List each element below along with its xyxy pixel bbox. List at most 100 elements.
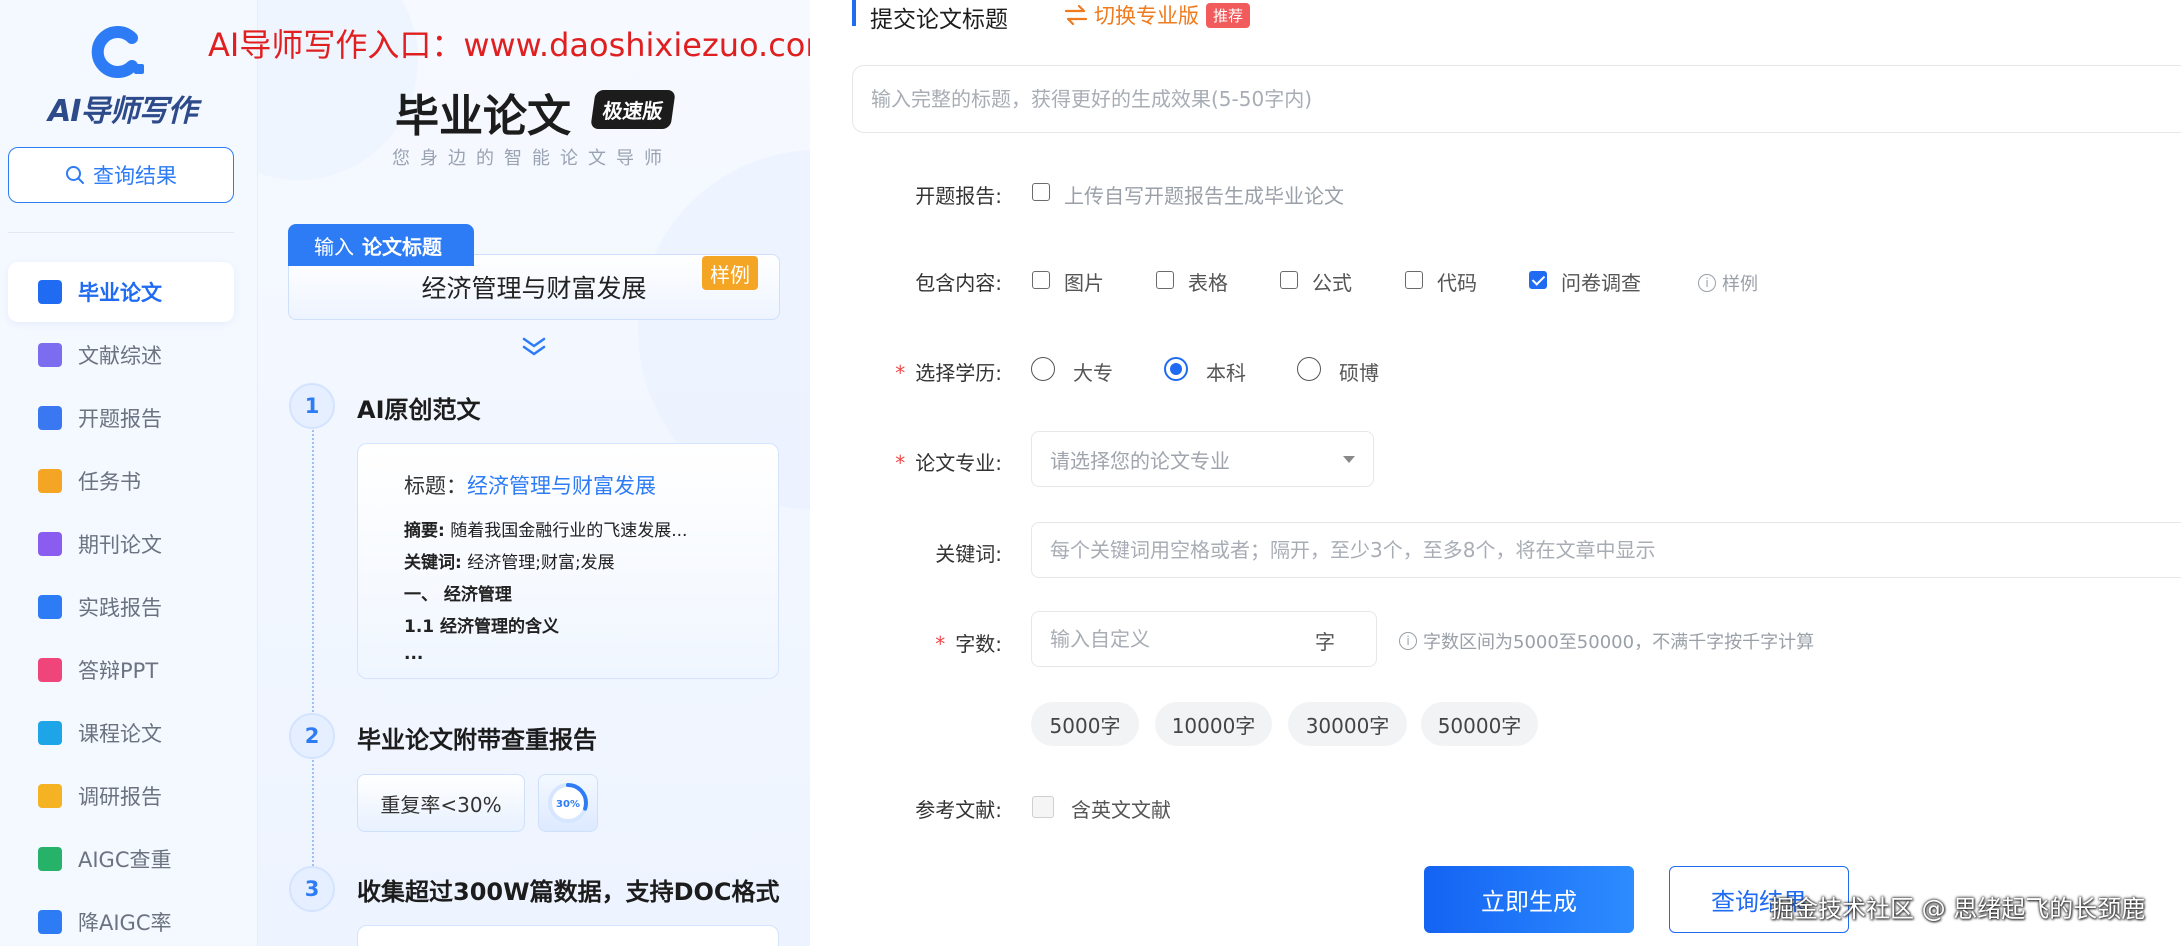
degree-radio-1[interactable] [1164,357,1188,381]
essay-abstract-value: 随着我国金融行业的飞速发展... [444,521,688,541]
practice-edit-icon [38,595,62,619]
wordcount-hint: i 字数区间为5000至50000，不满千字按千字计算 [1399,628,1814,654]
essay-abstract: 摘要: 随着我国金融行业的飞速发展... [404,516,778,541]
input-tag-prefix: 输入 [314,234,354,259]
chevron-double-down-icon [522,337,546,356]
sidebar-item-label: 毕业论文 [78,281,162,305]
content-checkbox-2[interactable] [1280,271,1298,289]
essay-heading-1-text: 一、 经济管理 [404,585,512,605]
degree-option-label: 大专 [1073,361,1113,385]
refs-english-label: 含英文文献 [1071,798,1171,822]
proposal-option-label: 上传自写开题报告生成毕业论文 [1064,184,1344,208]
site-banner-link[interactable]: AI导师写作入口：www.daoshixiezuo.com [208,20,837,66]
thesis-title-input[interactable] [852,65,2181,133]
major-label-text: 论文专业: [915,451,1002,475]
contents-sample-label: 样例 [1722,274,1758,295]
thesis-form [810,0,2181,946]
sidebar-item-9[interactable]: AIGC查重 [8,829,234,889]
wordcount-chip[interactable]: 10000字 [1155,702,1272,746]
content-checkbox-0[interactable] [1032,271,1050,289]
step-number-2: 2 [289,713,335,759]
keywords-input[interactable] [1031,522,2181,578]
sidebar-item-label: 课程论文 [78,722,162,746]
logo-mark-icon [91,26,144,78]
refs-label: 参考文献: [915,798,1002,822]
printer-report-icon [38,406,62,430]
wordcount-unit: 字 [1315,630,1335,654]
essay-title-value: 经济管理与财富发展 [467,474,656,498]
content-option-label: 代码 [1437,271,1477,295]
sidebar-item-1[interactable]: 文献综述 [8,325,234,385]
step-number-1: 1 [289,383,335,429]
major-select[interactable]: 请选择您的论文专业 [1031,431,1374,487]
required-mark: * [895,451,906,475]
content-option-label: 图片 [1064,271,1104,295]
graduation-cap-icon [38,280,62,304]
essay-keywords: 关键词: 经济管理;财富;发展 [404,548,778,573]
sidebar-item-2[interactable]: 开题报告 [8,388,234,448]
aigc-check-icon [38,847,62,871]
sidebar-divider [8,232,234,233]
degree-radio-0[interactable] [1031,357,1055,381]
sample-tag: 样例 [702,256,758,290]
degree-option-label: 本科 [1206,361,1246,385]
logo-text: AI导师写作 [48,86,197,130]
sidebar-item-6[interactable]: 答辩PPT [8,640,234,700]
proposal-checkbox[interactable] [1032,183,1050,201]
wordcount-chip[interactable]: 5000字 [1031,702,1139,746]
step-connector [312,430,314,712]
sidebar-item-label: 调研报告 [78,785,162,809]
sidebar-item-3[interactable]: 任务书 [8,451,234,511]
major-select-placeholder: 请选择您的论文专业 [1050,448,1230,473]
degree-radio-2[interactable] [1297,357,1321,381]
wordcount-hint-text: 字数区间为5000至50000，不满千字按千字计算 [1423,632,1815,653]
required-mark: * [895,361,906,385]
switch-pro-link[interactable]: 切换专业版 [1064,0,1199,30]
wordcount-chip[interactable]: 50000字 [1421,702,1538,746]
essay-heading-2: 1.1 经济管理的含义 [404,612,778,637]
sidebar-nav: 毕业论文文献综述开题报告任务书 期刊论文 实践报告答辩PPT 课程论文调研报告 AIGC… [8,262,234,946]
step-title-2: 毕业论文附带查重报告 [357,726,597,754]
sidebar-item-10[interactable]: 降AIGC率 [8,892,234,946]
switch-arrows-icon [1064,5,1088,25]
caret-down-icon [1343,456,1355,463]
sidebar-item-0[interactable]: 毕业论文 [8,262,234,322]
content-checkbox-4[interactable] [1529,271,1547,289]
clipboard-icon [38,784,62,808]
gauge-label: 30% [556,799,580,810]
speed-badge: 极速版 [590,90,676,129]
logo[interactable]: AI导师写作 [48,24,208,129]
ppt-icon [38,658,62,682]
query-results-button[interactable]: 查询结果 [8,147,234,203]
essay-title-line: 标题：经济管理与财富发展 [404,470,778,500]
essay-title-label: 标题： [404,474,467,498]
required-mark: * [935,632,946,656]
duplicate-rate-box: 重复率<30% [357,774,525,832]
step-connector [312,760,314,866]
sidebar-item-7[interactable]: 课程论文 [8,703,234,763]
document-list-icon [38,343,62,367]
essay-keywords-label: 关键词: [404,553,462,573]
contents-sample-hint[interactable]: i 样例 [1698,270,1758,296]
query-results-label: 查询结果 [93,164,177,188]
sidebar-item-4[interactable]: 期刊论文 [8,514,234,574]
refs-english-checkbox[interactable] [1032,796,1054,818]
degree-label-text: 选择学历: [915,361,1002,385]
sidebar-item-label: 答辩PPT [78,659,159,683]
example-topic: 经济管理与财富发展 [421,274,647,303]
duplicate-rate-gauge: 30% [538,774,598,832]
header-accent-bar [852,0,856,26]
sample-essay-card: 标题：经济管理与财富发展 摘要: 随着我国金融行业的飞速发展... 关键词: 经… [357,443,779,679]
sidebar: AI导师写作 查询结果 毕业论文文献综述开题报告任务书 期刊论文 实践报告答辩PPT… [0,0,258,946]
sidebar-item-8[interactable]: 调研报告 [8,766,234,826]
generate-button[interactable]: 立即生成 [1424,866,1634,933]
degree-label: * 选择学历: [862,357,1002,386]
sidebar-item-label: 开题报告 [78,407,162,431]
essay-abstract-label: 摘要: [404,521,445,541]
sidebar-item-label: AIGC查重 [78,848,172,872]
info-icon: i [1399,632,1417,650]
wordcount-chip[interactable]: 30000字 [1288,702,1407,746]
sidebar-item-5[interactable]: 实践报告 [8,577,234,637]
content-checkbox-1[interactable] [1156,271,1174,289]
content-checkbox-3[interactable] [1405,271,1423,289]
